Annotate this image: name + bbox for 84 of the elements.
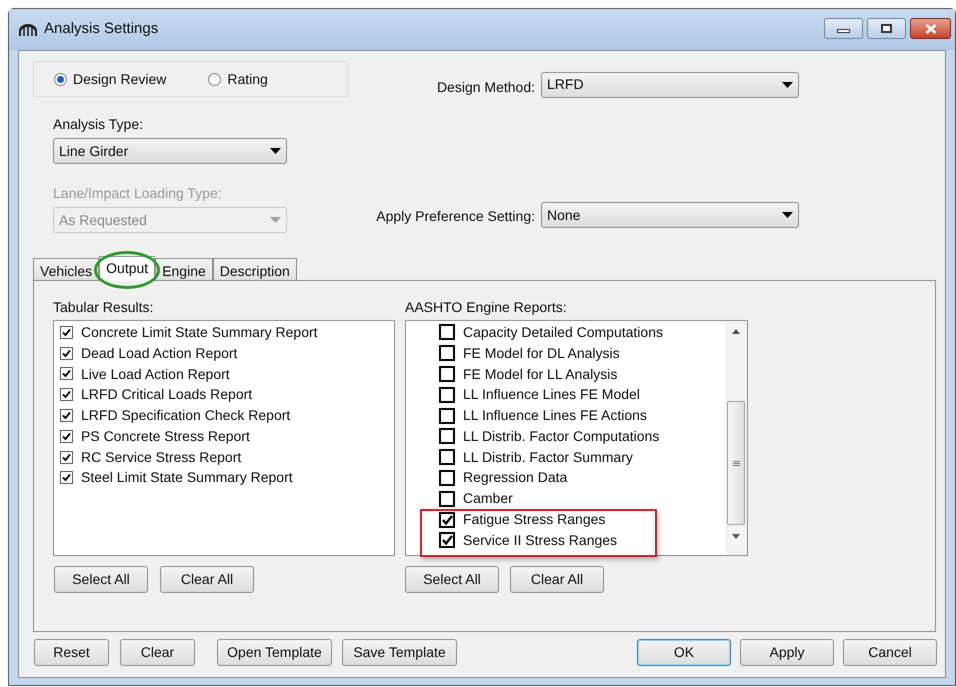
checkbox-label: LRFD Specification Check Report <box>81 406 290 426</box>
grip-icon <box>732 460 740 466</box>
bridge-arch-icon <box>18 22 38 36</box>
checkbox[interactable] <box>60 346 73 360</box>
dropdown-arrow-icon <box>782 82 793 88</box>
tab[interactable]: Engine <box>155 258 213 280</box>
maximize-icon <box>881 24 892 33</box>
dropdown[interactable]: Line Girder <box>53 138 287 164</box>
dropdown-arrow-icon <box>270 217 281 223</box>
checkbox-label: Concrete Limit State Summary Report <box>81 322 318 342</box>
checkbox-label: Capacity Detailed Computations <box>463 322 663 342</box>
checkbox-label: Steel Limit State Summary Report <box>81 468 293 488</box>
radio-label: Rating <box>227 70 268 89</box>
scroll-down-icon <box>732 534 740 539</box>
checkbox-label: LL Influence Lines FE Actions <box>463 406 647 426</box>
push-button[interactable]: Cancel <box>843 639 937 666</box>
checkbox-label: Regression Data <box>463 468 568 488</box>
dropdown-arrow-icon <box>782 212 793 218</box>
window-title: Analysis Settings <box>44 19 158 40</box>
checkbox[interactable] <box>439 470 455 486</box>
checkbox[interactable] <box>60 388 73 402</box>
checkbox-label: Live Load Action Report <box>81 364 230 384</box>
radio-label: Design Review <box>73 70 166 89</box>
close-button[interactable] <box>910 18 951 39</box>
checkbox[interactable] <box>60 409 73 422</box>
checkbox[interactable] <box>439 532 455 548</box>
push-button[interactable]: Reset <box>34 639 109 666</box>
tab[interactable]: Output <box>99 256 156 281</box>
checkbox-label: Camber <box>463 489 513 508</box>
push-button[interactable]: Clear All <box>510 566 604 593</box>
field-label: Apply Preference Setting: <box>376 206 535 226</box>
checkbox-label: LL Distrib. Factor Computations <box>463 426 660 446</box>
scroll-thumb[interactable] <box>727 401 745 525</box>
push-button[interactable]: OK <box>637 639 731 666</box>
checkbox-label: PS Concrete Stress Report <box>81 426 250 446</box>
checkbox[interactable] <box>439 428 455 444</box>
checkbox[interactable] <box>60 367 73 380</box>
minimize-icon <box>837 29 850 33</box>
minimize-button[interactable] <box>824 18 863 39</box>
checkbox-label: LL Distrib. Factor Summary <box>463 448 633 467</box>
checkbox[interactable] <box>439 490 455 507</box>
push-button[interactable]: Open Template <box>217 639 332 666</box>
checkbox[interactable] <box>439 345 455 362</box>
checkbox-label: LL Influence Lines FE Model <box>463 385 640 404</box>
dropdown-arrow-icon <box>270 148 281 154</box>
checkbox-label: FE Model for DL Analysis <box>463 344 620 363</box>
checkbox-label: LRFD Critical Loads Report <box>81 385 252 404</box>
field-label: Design Method: <box>436 78 535 97</box>
scrollbar[interactable] <box>725 321 747 555</box>
checkbox[interactable] <box>439 408 455 424</box>
push-button[interactable]: Apply <box>740 639 834 666</box>
checkbox[interactable] <box>439 366 455 382</box>
highlight-ellipse <box>94 251 160 289</box>
checkbox[interactable] <box>60 430 73 443</box>
field-label: Lane/Impact Loading Type: <box>53 184 223 202</box>
checkbox[interactable] <box>439 449 455 466</box>
scroll-up-icon <box>732 329 740 334</box>
list-label: AASHTO Engine Reports: <box>405 298 568 316</box>
checkbox[interactable] <box>439 386 455 403</box>
checkbox-label: Fatigue Stress Ranges <box>463 510 606 530</box>
field-label: Analysis Type: <box>53 115 144 133</box>
checkbox-label: Dead Load Action Report <box>81 344 238 363</box>
radio-button[interactable] <box>208 72 222 86</box>
dropdown[interactable]: LRFD <box>541 72 799 98</box>
maximize-button[interactable] <box>867 18 906 39</box>
checkbox[interactable] <box>60 326 73 339</box>
tab[interactable]: Description <box>212 258 297 280</box>
checkbox-label: FE Model for LL Analysis <box>463 364 618 384</box>
push-button[interactable]: Clear All <box>160 566 254 593</box>
checkbox[interactable] <box>60 450 73 464</box>
dropdown[interactable]: None <box>541 202 799 228</box>
checkbox-label: Service II Stress Ranges <box>463 530 618 550</box>
radio-button[interactable] <box>54 72 67 86</box>
push-button[interactable]: Select All <box>54 566 148 593</box>
push-button[interactable]: Clear <box>120 639 195 666</box>
push-button[interactable]: Save Template <box>342 639 457 666</box>
checkbox[interactable] <box>60 471 73 484</box>
push-button[interactable]: Select All <box>405 566 499 593</box>
list-label: Tabular Results: <box>53 298 154 316</box>
checkbox-label: RC Service Stress Report <box>81 448 242 467</box>
checkbox[interactable] <box>439 324 455 340</box>
tab[interactable]: Vehicles <box>33 258 100 280</box>
close-icon <box>924 24 936 34</box>
checkbox[interactable] <box>439 512 455 528</box>
